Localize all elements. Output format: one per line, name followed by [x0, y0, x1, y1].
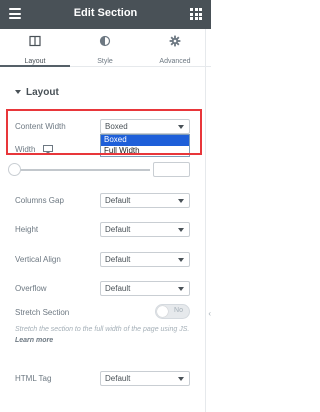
- overflow-value: Default: [105, 284, 131, 293]
- width-number-input[interactable]: [153, 162, 190, 177]
- top-bar: Edit Section: [0, 0, 211, 29]
- section-title: Layout: [26, 87, 59, 98]
- tab-advanced[interactable]: Advanced: [140, 29, 210, 67]
- tab-style[interactable]: Style: [70, 29, 140, 67]
- tab-advanced-label: Advanced: [159, 58, 191, 65]
- width-slider-handle[interactable]: [8, 163, 21, 176]
- highlight-box: [6, 109, 202, 155]
- chevron-down-icon: [178, 228, 184, 232]
- width-slider-track[interactable]: [15, 169, 150, 171]
- overflow-label: Overflow: [15, 284, 47, 293]
- help-text: Stretch the section to the full width of…: [15, 326, 190, 333]
- height-select[interactable]: Default: [100, 222, 190, 237]
- html-tag-label: HTML Tag: [15, 374, 52, 383]
- chevron-down-icon: [178, 287, 184, 291]
- panel-collapse-icon[interactable]: ‹: [208, 309, 211, 318]
- section-header-layout[interactable]: Layout: [15, 87, 59, 98]
- gear-icon: [169, 35, 181, 47]
- toggle-state-text: No: [174, 307, 183, 314]
- columns-gap-select[interactable]: Default: [100, 193, 190, 208]
- tab-style-label: Style: [97, 58, 113, 65]
- stretch-section-label: Stretch Section: [15, 308, 70, 317]
- panel-title: Edit Section: [73, 7, 138, 19]
- vertical-align-value: Default: [105, 255, 131, 264]
- height-label: Height: [15, 225, 39, 234]
- chevron-down-icon: [178, 199, 184, 203]
- columns-gap-value: Default: [105, 196, 131, 205]
- tab-layout-label: Layout: [24, 58, 46, 65]
- vertical-align-select[interactable]: Default: [100, 252, 190, 267]
- vertical-align-label: Vertical Align: [15, 255, 61, 264]
- widgets-grid-icon[interactable]: [190, 8, 202, 20]
- height-value: Default: [105, 225, 131, 234]
- html-tag-value: Default: [105, 374, 131, 383]
- overflow-select[interactable]: Default: [100, 281, 190, 296]
- half-circle-icon: [99, 35, 111, 47]
- chevron-down-icon: [178, 377, 184, 381]
- stretch-section-help: Stretch the section to the full width of…: [15, 324, 195, 346]
- tab-layout[interactable]: Layout: [0, 29, 70, 67]
- columns-gap-label: Columns Gap: [15, 196, 64, 205]
- caret-down-icon: [15, 90, 21, 94]
- chevron-down-icon: [178, 258, 184, 262]
- html-tag-select[interactable]: Default: [100, 371, 190, 386]
- panel-divider: [205, 29, 206, 412]
- stretch-section-toggle[interactable]: No: [155, 304, 190, 319]
- toggle-knob: [157, 306, 168, 317]
- layout-icon: [29, 35, 41, 47]
- learn-more-link[interactable]: Learn more: [15, 337, 53, 344]
- editor-tabs: Layout Style Advanced: [0, 29, 211, 67]
